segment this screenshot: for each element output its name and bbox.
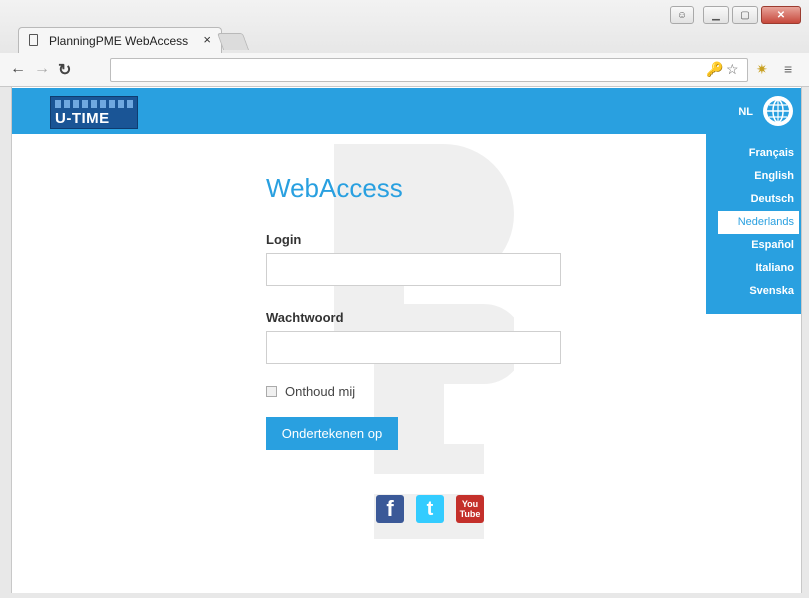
window-frame-left	[0, 87, 12, 598]
page-icon	[29, 34, 38, 46]
lang-item-francais[interactable]: Français	[706, 142, 801, 165]
remember-me-checkbox[interactable]	[266, 386, 277, 397]
window-frame-right	[801, 87, 809, 598]
menu-icon[interactable]: ≡	[784, 61, 792, 77]
web-page: U-TIME NL Français English Deutsch Neder…	[12, 88, 801, 593]
back-arrow-icon[interactable]: ←	[10, 60, 26, 78]
lang-item-svenska[interactable]: Svenska	[706, 280, 801, 303]
extension-icon[interactable]: ✷	[756, 61, 768, 78]
login-label: Login	[266, 232, 302, 247]
globe-icon[interactable]	[763, 96, 793, 126]
key-icon[interactable]: 🔑	[706, 61, 723, 78]
lang-item-english[interactable]: English	[706, 165, 801, 188]
youtube-icon-text-bottom: Tube	[459, 509, 481, 519]
browser-toolbar: ← → ↻ 🔑 ☆ ✷ ≡	[0, 53, 809, 87]
address-bar[interactable]	[110, 58, 748, 82]
logo-pattern	[55, 100, 133, 108]
youtube-icon-text-top: You	[461, 499, 479, 509]
browser-window: PlanningPME WebAccess × ☺ ▁ ▢ ✕ ← → ↻ 🔑 …	[0, 0, 809, 598]
lang-item-espanol[interactable]: Español	[706, 234, 801, 257]
logo-text: U-TIME	[55, 110, 110, 127]
title-bar: PlanningPME WebAccess × ☺ ▁ ▢ ✕	[0, 0, 809, 53]
current-language-code[interactable]: NL	[738, 106, 753, 118]
utime-logo[interactable]: U-TIME	[50, 96, 138, 129]
remember-me-label[interactable]: Onthoud mij	[285, 384, 355, 399]
star-icon[interactable]: ☆	[726, 61, 739, 78]
password-input[interactable]	[266, 331, 561, 364]
twitter-icon[interactable]: t	[416, 495, 444, 523]
social-links: f t You Tube	[376, 495, 484, 523]
youtube-icon[interactable]: You Tube	[456, 495, 484, 523]
language-menu: Français English Deutsch Nederlands Espa…	[706, 134, 801, 314]
tab-close-icon[interactable]: ×	[203, 32, 211, 47]
minimize-button[interactable]: ▁	[703, 6, 729, 24]
user-icon[interactable]: ☺	[670, 6, 694, 24]
lang-item-deutsch[interactable]: Deutsch	[706, 188, 801, 211]
maximize-button[interactable]: ▢	[732, 6, 758, 24]
site-header: U-TIME NL	[12, 88, 801, 134]
window-frame-bottom	[0, 593, 809, 598]
login-form: WebAccess Login Wachtwoord Onthoud mij O…	[266, 173, 566, 450]
tab-title: PlanningPME WebAccess	[49, 34, 189, 48]
lang-item-italiano[interactable]: Italiano	[706, 257, 801, 280]
new-tab-button[interactable]	[216, 33, 250, 50]
browser-tab[interactable]: PlanningPME WebAccess ×	[18, 27, 222, 53]
password-label: Wachtwoord	[266, 310, 344, 325]
page-title: WebAccess	[266, 173, 403, 203]
forward-arrow-icon[interactable]: →	[34, 60, 50, 78]
sign-in-button[interactable]: Ondertekenen op	[266, 417, 398, 450]
login-input[interactable]	[266, 253, 561, 286]
window-controls: ☺ ▁ ▢ ✕	[670, 6, 801, 24]
facebook-icon[interactable]: f	[376, 495, 404, 523]
lang-item-nederlands[interactable]: Nederlands	[718, 211, 799, 234]
remember-me-row: Onthoud mij	[266, 384, 566, 399]
reload-icon[interactable]: ↻	[58, 60, 71, 80]
close-window-button[interactable]: ✕	[761, 6, 801, 24]
